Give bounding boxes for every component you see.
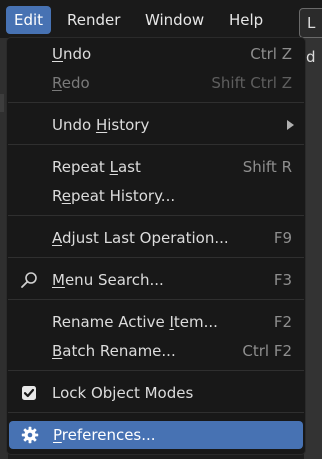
app-window: d Edit Render Window Help L Undo Ctrl Z … bbox=[0, 0, 322, 459]
search-icon bbox=[21, 272, 37, 288]
workspace-tab[interactable]: L bbox=[299, 8, 322, 38]
shortcut-label: Ctrl Z bbox=[250, 45, 292, 63]
menu-item-label: Lock Object Modes bbox=[52, 384, 194, 402]
menu-item-label: Redo bbox=[52, 74, 90, 92]
viewport-right-edge bbox=[304, 38, 322, 459]
menu-item-menu-search[interactable]: Menu Search... F3 bbox=[8, 266, 304, 294]
submenu-arrow-icon bbox=[287, 120, 294, 130]
menu-item-rename-active-item[interactable]: Rename Active Item... F2 bbox=[8, 308, 304, 336]
menu-render[interactable]: Render bbox=[59, 6, 128, 34]
edit-menu: Undo Ctrl Z Redo Shift Ctrl Z Undo Histo… bbox=[6, 37, 306, 455]
top-menubar: Edit Render Window Help L bbox=[0, 0, 322, 38]
menu-edit[interactable]: Edit bbox=[6, 6, 52, 34]
menu-item-label: Adjust Last Operation... bbox=[52, 229, 229, 247]
menu-help[interactable]: Help bbox=[221, 6, 271, 34]
menu-item-label: Preferences... bbox=[53, 426, 156, 444]
shortcut-label: Ctrl F2 bbox=[242, 342, 292, 360]
shortcut-label: F3 bbox=[273, 271, 292, 289]
menu-window[interactable]: Window bbox=[137, 6, 212, 34]
viewport-marker bbox=[0, 94, 4, 112]
menu-item-label: Undo History bbox=[52, 116, 150, 134]
menu-item-label: Undo bbox=[52, 45, 92, 63]
menu-item-undo-history[interactable]: Undo History bbox=[8, 111, 304, 139]
shortcut-label: Shift R bbox=[242, 158, 292, 176]
menu-item-label: Repeat Last bbox=[52, 158, 141, 176]
viewport-text: d bbox=[306, 48, 316, 66]
menu-item-batch-rename[interactable]: Batch Rename... Ctrl F2 bbox=[8, 337, 304, 365]
checkbox-checked-icon[interactable] bbox=[20, 384, 38, 402]
menu-separator bbox=[8, 412, 304, 413]
menu-item-label: Rename Active Item... bbox=[52, 313, 218, 331]
menu-item-undo[interactable]: Undo Ctrl Z bbox=[8, 40, 304, 68]
menu-item-preferences[interactable]: Preferences... bbox=[9, 421, 303, 449]
menu-item-adjust-last-operation[interactable]: Adjust Last Operation... F9 bbox=[8, 224, 304, 252]
menu-item-repeat-last[interactable]: Repeat Last Shift R bbox=[8, 153, 304, 181]
shortcut-label: Shift Ctrl Z bbox=[211, 74, 292, 92]
menu-separator bbox=[8, 257, 304, 258]
shortcut-label: F2 bbox=[273, 313, 292, 331]
shortcut-label: F9 bbox=[273, 229, 292, 247]
menu-separator bbox=[8, 299, 304, 300]
menu-separator bbox=[8, 370, 304, 371]
menu-item-lock-object-modes[interactable]: Lock Object Modes bbox=[8, 379, 304, 407]
menu-separator bbox=[8, 102, 304, 103]
menu-separator bbox=[8, 215, 304, 216]
menu-separator bbox=[8, 144, 304, 145]
menu-item-redo[interactable]: Redo Shift Ctrl Z bbox=[8, 69, 304, 97]
menu-item-label: Repeat History... bbox=[52, 187, 176, 205]
menu-item-label: Batch Rename... bbox=[52, 342, 176, 360]
menu-item-label: Menu Search... bbox=[52, 271, 164, 289]
menu-item-repeat-history[interactable]: Repeat History... bbox=[8, 182, 304, 210]
gear-icon bbox=[21, 426, 39, 444]
